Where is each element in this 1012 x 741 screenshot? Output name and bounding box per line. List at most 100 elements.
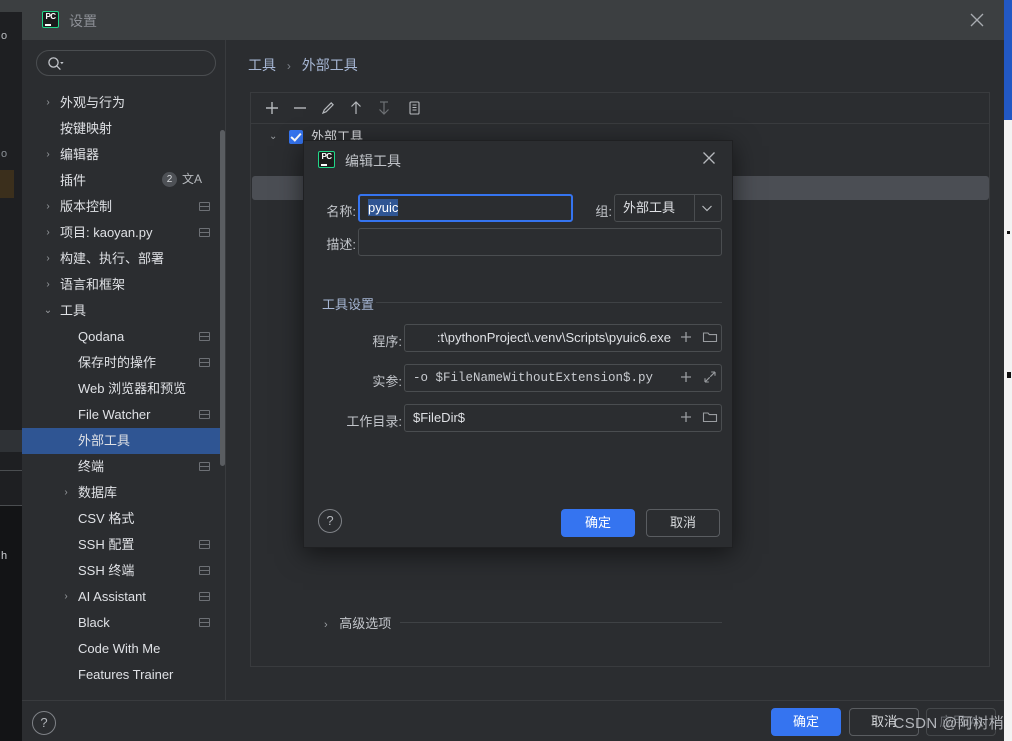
chevron-right-icon[interactable]: ›: [60, 480, 72, 506]
sidebar-item-14[interactable]: 终端: [22, 454, 224, 480]
copy-settings-icon[interactable]: [199, 462, 210, 471]
sidebar-item-9[interactable]: Qodana: [22, 324, 224, 350]
sidebar-item-22[interactable]: Features Trainer: [22, 662, 224, 688]
copy-settings-icon[interactable]: [199, 332, 210, 341]
chevron-right-icon[interactable]: ›: [42, 142, 54, 168]
sidebar-item-label: 项目: kaoyan.py: [60, 225, 153, 240]
sidebar-item-20[interactable]: Black: [22, 610, 224, 636]
chevron-right-icon[interactable]: ›: [60, 584, 72, 610]
sidebar-item-6[interactable]: › 构建、执行、部署: [22, 246, 224, 272]
search-input[interactable]: [36, 50, 216, 76]
workdir-input[interactable]: $FileDir$: [404, 404, 722, 432]
pycharm-logo-icon: PC: [42, 11, 59, 28]
background-right-marker-2: [1007, 372, 1011, 378]
edit-tool-button[interactable]: [317, 97, 339, 119]
description-label: 描述:: [326, 237, 356, 252]
sidebar-item-2[interactable]: › 编辑器: [22, 142, 224, 168]
group-label: 组:: [595, 204, 612, 219]
sidebar-item-13[interactable]: 外部工具: [22, 428, 224, 454]
copy-tool-button[interactable]: [404, 97, 426, 119]
dialog-help-button[interactable]: ?: [318, 509, 342, 533]
dialog-logo-bar: [321, 164, 327, 166]
remove-tool-button[interactable]: [289, 97, 311, 119]
pycharm-logo-bar: [45, 24, 51, 26]
copy-settings-icon[interactable]: [199, 410, 210, 419]
sidebar-item-label: Qodana: [78, 329, 125, 344]
sidebar-item-3[interactable]: 插件 2 文A: [22, 168, 224, 194]
program-insert-macro-icon[interactable]: [678, 329, 696, 347]
settings-tree[interactable]: › 外观与行为 按键映射 › 编辑器 插件 2 文A › 版本控制 › 项目: kaoyan.py › 构…: [22, 90, 224, 700]
sidebar-item-17[interactable]: SSH 配置: [22, 532, 224, 558]
sidebar-item-label: 保存时的操作: [78, 355, 157, 370]
tool-enabled-checkbox[interactable]: [289, 130, 303, 144]
sidebar-item-8[interactable]: ⌄ 工具: [22, 298, 224, 324]
copy-settings-icon[interactable]: [199, 540, 210, 549]
sidebar-item-0[interactable]: › 外观与行为: [22, 90, 224, 116]
copy-settings-icon[interactable]: [199, 566, 210, 575]
arguments-insert-macro-icon[interactable]: [678, 369, 696, 387]
sidebar-item-label: 编辑器: [60, 147, 100, 162]
name-input[interactable]: pyuic: [358, 194, 573, 222]
dialog-cancel-button[interactable]: 取消: [646, 509, 720, 537]
chevron-down-icon[interactable]: ⌄: [42, 298, 54, 324]
copy-settings-icon[interactable]: [199, 202, 210, 211]
chevron-right-icon[interactable]: ›: [42, 220, 54, 246]
background-gutter-glyph: o: [1, 30, 8, 42]
breadcrumb-parent[interactable]: 工具: [248, 57, 276, 73]
advanced-options-line: [400, 622, 722, 623]
sidebar-item-15[interactable]: › 数据库: [22, 480, 224, 506]
dialog-close-icon[interactable]: [702, 151, 722, 171]
plugin-update-count-badge: 2: [162, 172, 177, 187]
arguments-expand-icon[interactable]: [702, 369, 720, 387]
chevron-down-icon[interactable]: [694, 195, 721, 221]
arguments-input[interactable]: -o $FileNameWithoutExtension$.py: [404, 364, 722, 392]
copy-settings-icon[interactable]: [199, 228, 210, 237]
ok-button[interactable]: 确定: [771, 708, 841, 736]
chevron-right-icon[interactable]: ›: [42, 272, 54, 298]
sidebar-item-11[interactable]: Web 浏览器和预览: [22, 376, 224, 402]
program-input[interactable]: :t\pythonProject\.venv\Scripts\pyuic6.ex…: [404, 324, 722, 352]
close-icon[interactable]: [964, 8, 990, 32]
dialog-ok-button[interactable]: 确定: [561, 509, 635, 537]
sidebar-item-19[interactable]: › AI Assistant: [22, 584, 224, 610]
help-button[interactable]: ?: [32, 711, 56, 735]
description-input[interactable]: [358, 228, 722, 256]
name-label: 名称:: [326, 204, 356, 219]
sidebar-item-1[interactable]: 按键映射: [22, 116, 224, 142]
move-down-button[interactable]: [373, 97, 395, 119]
workdir-folder-icon[interactable]: [702, 409, 720, 427]
sidebar-item-21[interactable]: Code With Me: [22, 636, 224, 662]
sidebar-item-12[interactable]: File Watcher: [22, 402, 224, 428]
background-titlebar-sliver: [0, 0, 22, 12]
copy-settings-icon[interactable]: [199, 618, 210, 627]
copy-settings-icon[interactable]: [199, 358, 210, 367]
translate-icon: 文A: [182, 172, 203, 186]
background-highlight-sliver: [0, 170, 14, 198]
chevron-right-icon[interactable]: ›: [42, 246, 54, 272]
sidebar-item-label: Black: [78, 615, 110, 630]
group-combo[interactable]: 外部工具: [614, 194, 722, 222]
chevron-down-icon[interactable]: ⌄: [269, 124, 277, 150]
sidebar-item-7[interactable]: › 语言和框架: [22, 272, 224, 298]
advanced-options-label: 高级选项: [339, 616, 392, 631]
chevron-right-icon[interactable]: ›: [42, 90, 54, 116]
sidebar-item-label: 终端: [78, 459, 105, 474]
copy-settings-icon[interactable]: [199, 592, 210, 601]
search-icon: [47, 56, 65, 77]
workdir-insert-macro-icon[interactable]: [678, 409, 696, 427]
program-folder-icon[interactable]: [702, 329, 720, 347]
sidebar-item-10[interactable]: 保存时的操作: [22, 350, 224, 376]
move-up-button[interactable]: [345, 97, 367, 119]
sidebar-item-5[interactable]: › 项目: kaoyan.py: [22, 220, 224, 246]
tool-settings-group-title: 工具设置: [322, 297, 375, 312]
add-tool-button[interactable]: [261, 97, 283, 119]
sidebar-item-label: 外观与行为: [60, 95, 126, 110]
advanced-options-toggle[interactable]: › 高级选项: [324, 613, 391, 632]
background-divider-1: [0, 470, 22, 471]
sidebar-item-4[interactable]: › 版本控制: [22, 194, 224, 220]
sidebar-item-18[interactable]: SSH 终端: [22, 558, 224, 584]
sidebar-item-16[interactable]: CSV 格式: [22, 506, 224, 532]
background-selected-line-sliver: [0, 430, 22, 452]
sidebar-item-label: Code With Me: [78, 641, 161, 656]
chevron-right-icon[interactable]: ›: [42, 194, 54, 220]
